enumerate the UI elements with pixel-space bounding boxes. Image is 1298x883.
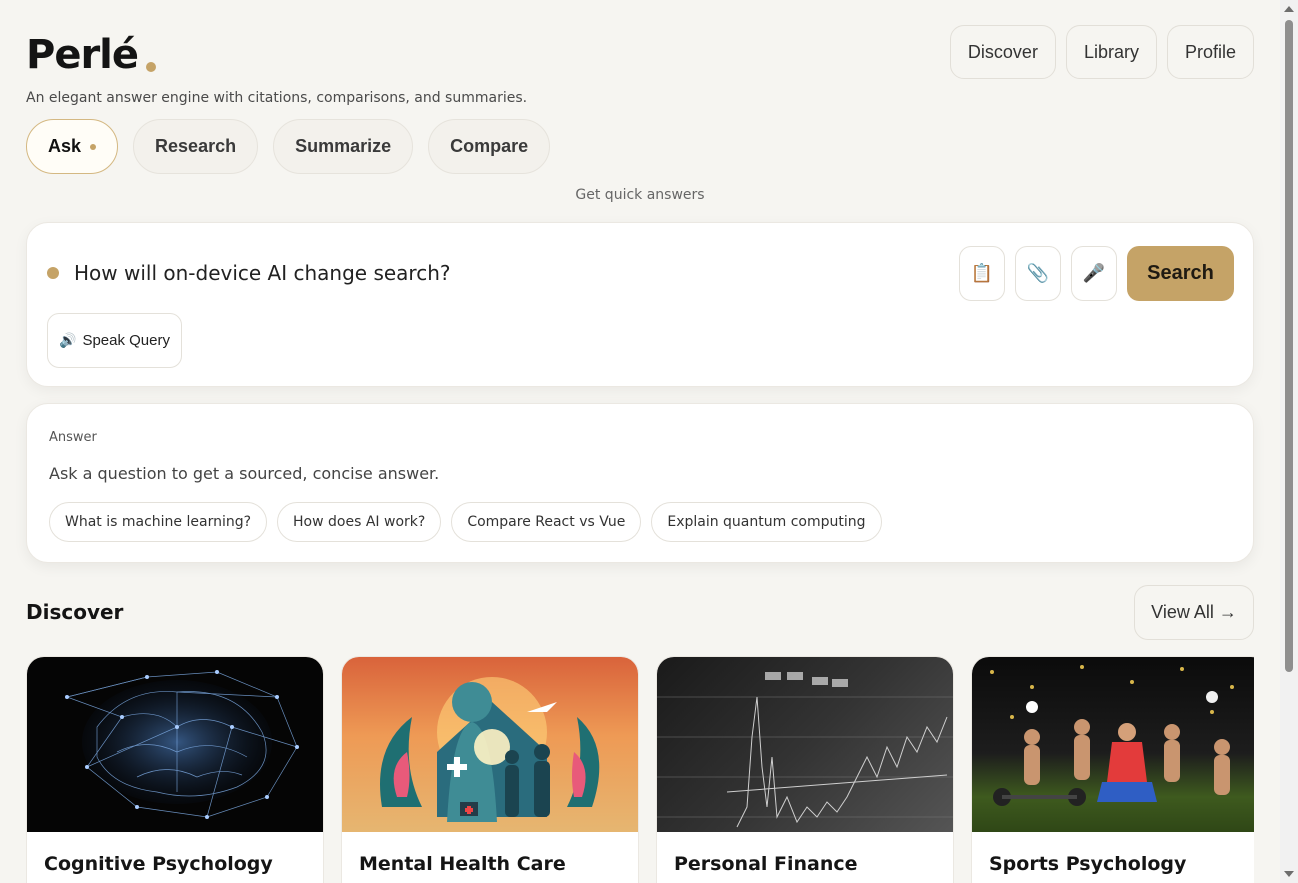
speaker-icon: 🔊 [59,332,77,348]
mode-tabs: Ask Research Summarize Compare [26,119,551,174]
brand: Perlé [26,30,157,80]
scroll-down-icon[interactable] [1284,871,1294,877]
view-all-button[interactable]: View All → [1134,585,1254,640]
discover-heading: Discover [26,600,124,624]
nav-profile-button[interactable]: Profile [1166,25,1254,79]
attach-button[interactable]: 📎 [1015,246,1061,301]
paperclip-icon: 📎 [1026,263,1050,284]
microphone-icon: 🎤 [1082,263,1106,284]
nav-library-button[interactable]: Library [1065,25,1157,79]
speak-query-button[interactable]: 🔊 Speak Query [47,313,182,368]
search-dot-icon [47,267,59,279]
tab-compare[interactable]: Compare [428,119,551,174]
care-illustration-image [342,657,638,832]
microphone-button[interactable]: 🎤 [1071,246,1117,301]
tab-summarize[interactable]: Summarize [273,119,414,174]
brain-network-image [27,657,323,832]
clipboard-button[interactable]: 📋 [959,246,1005,301]
tab-ask-label: Ask [48,136,82,156]
search-button[interactable]: Search [1127,246,1234,301]
discover-card-mental-health-care[interactable]: Mental Health Care [341,656,639,883]
card-title: Sports Psychology [989,853,1187,875]
answer-card: Answer Ask a question to get a sourced, … [26,403,1254,563]
answer-placeholder: Ask a question to get a sourced, concise… [49,464,440,483]
speak-query-label: Speak Query [82,332,170,349]
clipboard-icon: 📋 [970,263,994,284]
card-title: Mental Health Care [359,853,566,875]
brand-dot-icon [146,62,157,72]
tab-research[interactable]: Research [133,119,259,174]
suggestion-chip[interactable]: Compare React vs Vue [451,502,642,542]
scroll-thumb[interactable] [1285,20,1293,672]
tab-ask[interactable]: Ask [26,119,119,174]
answer-label: Answer [49,430,97,445]
mode-hint: Get quick answers [575,187,705,203]
stock-chart-image [657,657,953,832]
top-nav: Discover Library Profile [949,25,1254,79]
suggestion-chip[interactable]: What is machine learning? [49,502,268,542]
athletes-image [972,657,1254,832]
page-scrollbar[interactable] [1280,0,1298,883]
card-title: Cognitive Psychology [44,853,273,875]
brand-title: Perlé [26,32,139,78]
discover-card-sports-psychology[interactable]: Sports Psychology [971,656,1254,883]
card-title: Personal Finance [674,853,858,875]
discover-card-personal-finance[interactable]: Personal Finance [656,656,954,883]
scroll-up-icon[interactable] [1284,6,1294,12]
suggestion-chip[interactable]: Explain quantum computing [651,502,882,542]
suggestion-chip[interactable]: How does AI work? [277,502,442,542]
discover-cards: Cognitive Psychology Mental Health Care … [26,656,1254,883]
nav-discover-button[interactable]: Discover [949,25,1056,79]
tagline: An elegant answer engine with citations,… [26,90,528,106]
suggestion-chips: What is machine learning? How does AI wo… [49,502,882,542]
search-input[interactable] [74,255,934,291]
discover-card-cognitive-psychology[interactable]: Cognitive Psychology [26,656,324,883]
search-card: 📋 📎 🎤 Search 🔊 Speak Query [26,222,1254,387]
active-dot-icon [90,143,97,150]
